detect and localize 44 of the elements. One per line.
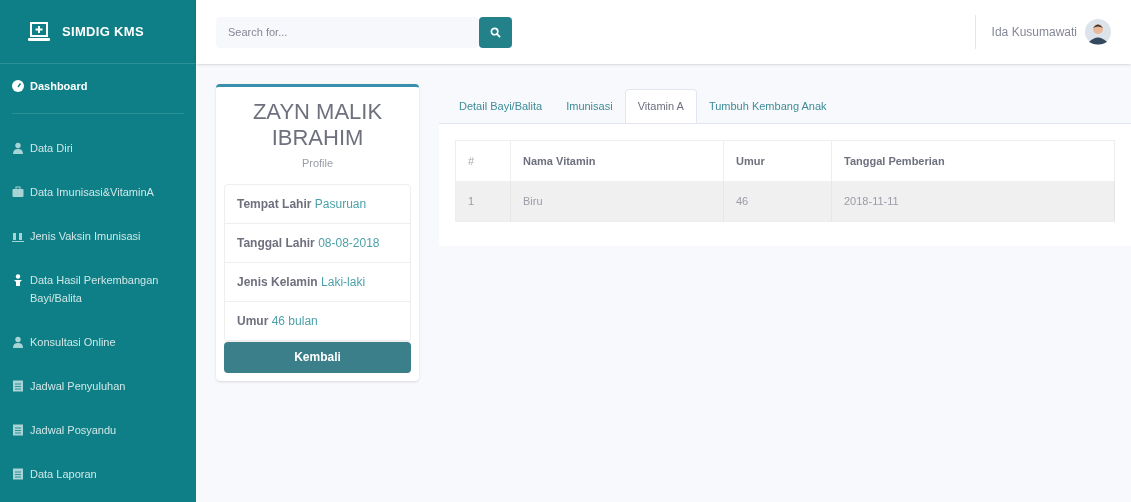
sidebar-item[interactable]: Data Hasil Perkembangan Bayi/Balita [12,258,184,320]
search-field[interactable]: Search for... [216,16,479,48]
table-cell: 1 [455,180,511,222]
brand-title: SIMDIG KMS [62,22,144,41]
briefcase-icon [12,186,24,198]
sidebar-item[interactable]: Data Laporan [12,452,184,496]
profile-name: ZAYN MALIK IBRAHIM [251,98,384,151]
profile-field: Umur 46 bulan [225,301,410,341]
column-header: Nama Vitamin [510,140,724,181]
laptop-plus-icon [28,21,50,42]
profile-field: Tanggal Lahir 08-08-2018 [225,223,410,263]
sidebar-item[interactable]: Konsultasi Online [12,320,184,364]
sidebar-item[interactable]: Dashboard [12,64,184,114]
list-icon [12,380,24,392]
table-cell: Biru [510,180,724,222]
avatar-icon[interactable] [1085,19,1111,45]
sidebar-item[interactable]: Jadwal Posyandu [12,408,184,452]
table-cell: 2018-11-11 [831,180,1115,222]
column-header: Umur [723,140,832,181]
tab[interactable]: Detail Bayi/Balita [447,89,555,123]
profile-field: Tempat Lahir Pasuruan [225,184,410,224]
user-icon [12,336,24,348]
search-icon [490,26,501,38]
chart-icon [12,230,24,242]
sidebar-item[interactable]: Jenis Vaksin Imunisasi [12,214,184,258]
tab[interactable]: Tumbuh Kembang Anak [696,89,839,123]
back-button[interactable]: Kembali [224,341,411,373]
column-header: # [455,140,511,181]
sidebar-item[interactable]: Data Diri [12,126,184,170]
user-name[interactable]: Ida Kusumawati [991,23,1077,41]
search-button[interactable] [479,16,512,48]
table-cell: 46 [723,180,832,222]
gauge-icon [12,80,24,92]
sidebar-item[interactable]: Jadwal Penyuluhan [12,364,184,408]
list-icon [12,468,24,480]
list-icon [12,424,24,436]
sidebar-item[interactable]: Data Imunisasi&VitaminA [12,170,184,214]
profile-field: Jenis Kelamin Laki-laki [225,262,410,302]
profile-subtitle: Profile [300,156,335,171]
tab[interactable]: Imunisasi [554,89,625,123]
tab[interactable]: Vitamin A [624,89,697,123]
user-icon [12,142,24,154]
child-icon [12,274,24,286]
column-header: Tanggal Pemberian [831,140,1115,181]
